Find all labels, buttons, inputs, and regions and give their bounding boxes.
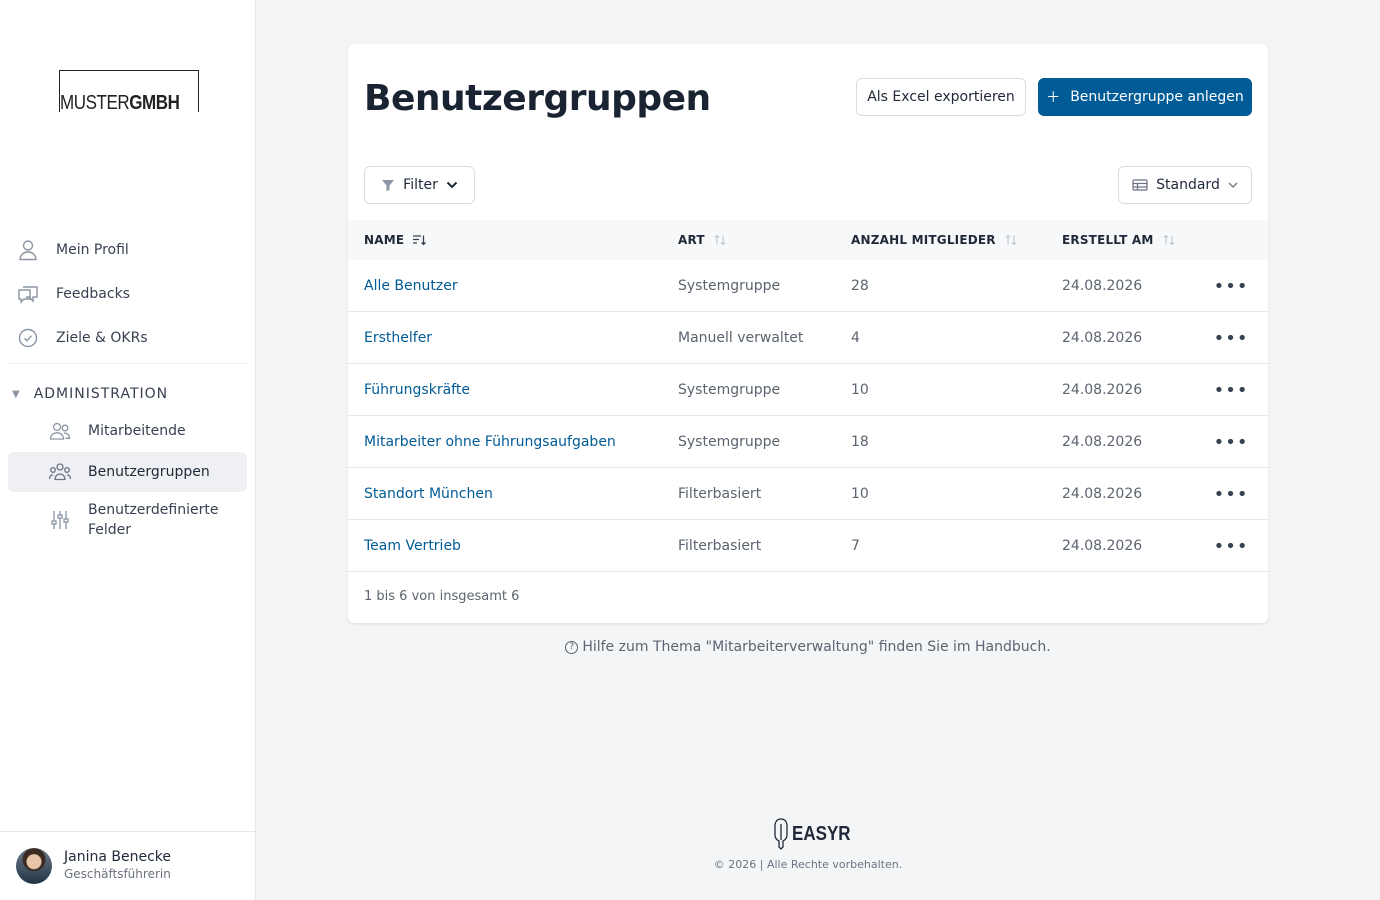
plus-icon: ＋ (1046, 90, 1061, 106)
member-count: 18 (851, 434, 869, 450)
row-menu-icon[interactable]: ••• (1214, 416, 1248, 468)
table-row: Mitarbeiter ohne Führungsaufgaben System… (348, 416, 1268, 468)
row-menu-icon[interactable]: ••• (1214, 364, 1248, 416)
sliders-icon (48, 508, 72, 532)
button-label: Als Excel exportieren (867, 89, 1015, 105)
caret-down-icon: ▼ (12, 388, 21, 400)
main-card: Benutzergruppen Als Excel exportieren ＋ … (348, 44, 1268, 623)
sidebar-item-label: Ziele & OKRs (56, 330, 148, 346)
group-type: Filterbasiert (678, 538, 762, 554)
filter-icon (381, 178, 395, 192)
table-row: Team Vertrieb Filterbasiert 7 24.08.2026… (348, 520, 1268, 572)
check-circle-icon (16, 326, 40, 350)
member-count: 10 (851, 382, 869, 398)
user-name: Janina Benecke (64, 849, 171, 865)
created-date: 24.08.2026 (1062, 434, 1143, 450)
sidebar-item-ziele-okrs[interactable]: Ziele & OKRs (8, 318, 247, 358)
button-label: Filter (403, 177, 438, 193)
user-role: Geschäftsführerin (64, 867, 171, 881)
row-menu-icon[interactable]: ••• (1214, 312, 1248, 364)
group-name-link[interactable]: Mitarbeiter ohne Führungsaufgaben (364, 416, 616, 468)
table-row: Ersthelfer Manuell verwaltet 4 24.08.202… (348, 312, 1268, 364)
created-date: 24.08.2026 (1062, 278, 1143, 294)
group-type: Systemgruppe (678, 434, 781, 450)
sidebar-item-label: Mein Profil (56, 242, 129, 258)
table-row: Alle Benutzer Systemgruppe 28 24.08.2026… (348, 260, 1268, 312)
sidebar-item-mein-profil[interactable]: Mein Profil (8, 230, 247, 270)
view-select-button[interactable]: Standard (1118, 166, 1252, 204)
sidebar-item-label: Benutzerdefinierte Felder (88, 502, 219, 538)
copyright: © 2026 | Alle Rechte vorbehalten. (713, 858, 903, 871)
chevron-down-icon (446, 181, 458, 189)
row-menu-icon[interactable]: ••• (1214, 260, 1248, 312)
group-type: Filterbasiert (678, 486, 762, 502)
group-type: Systemgruppe (678, 382, 781, 398)
chevron-down-icon (1228, 182, 1238, 188)
section-label: ADMINISTRATION (33, 386, 169, 402)
button-label: Benutzergruppe anlegen (1070, 89, 1244, 105)
sidebar-item-label: Benutzergruppen (88, 464, 210, 480)
avatar (16, 848, 52, 884)
export-excel-button[interactable]: Als Excel exportieren (856, 78, 1026, 116)
page-title: Benutzergruppen (364, 78, 711, 119)
member-count: 10 (851, 486, 869, 502)
group-name-link[interactable]: Führungskräfte (364, 364, 470, 416)
table-row: Führungskräfte Systemgruppe 10 24.08.202… (348, 364, 1268, 416)
sidebar-item-mitarbeitende[interactable]: Mitarbeitende (8, 411, 247, 451)
row-menu-icon[interactable]: ••• (1214, 468, 1248, 520)
sort-icon (1004, 234, 1018, 246)
easyr-logo-icon (774, 818, 788, 850)
sort-icon (713, 234, 727, 246)
sort-icon (1162, 234, 1176, 246)
sort-active-icon (412, 234, 427, 246)
member-count: 7 (851, 538, 860, 554)
footer-brand: EASYR (792, 822, 851, 845)
user-icon (16, 238, 40, 262)
column-header-art[interactable]: ART (678, 220, 727, 260)
column-header-name[interactable]: NAME (364, 220, 427, 260)
user-profile[interactable]: Janina Benecke Geschäftsführerin (0, 831, 255, 900)
sidebar-item-label: Feedbacks (56, 286, 130, 302)
footer-logo: EASYR (772, 818, 861, 850)
group-name-link[interactable]: Ersthelfer (364, 312, 432, 364)
user-group-icon (48, 460, 72, 484)
sidebar-item-label: Mitarbeitende (88, 423, 186, 439)
logo-text-thin: MUSTER (60, 92, 130, 114)
group-type: Systemgruppe (678, 278, 781, 294)
help-link[interactable]: Hilfe zum Thema "Mitarbeiterverwaltung" … (582, 639, 1050, 655)
created-date: 24.08.2026 (1062, 538, 1143, 554)
users-icon (48, 419, 72, 443)
sidebar-item-benutzerdefinierte-felder[interactable]: Benutzerdefinierte Felder (8, 499, 247, 541)
sidebar-item-feedbacks[interactable]: Feedbacks (8, 274, 247, 314)
group-name-link[interactable]: Standort München (364, 468, 493, 520)
created-date: 24.08.2026 (1062, 330, 1143, 346)
member-count: 28 (851, 278, 869, 294)
logo-text-bold: GMBH (129, 92, 180, 114)
help-text[interactable]: ? Hilfe zum Thema "Mitarbeiterverwaltung… (348, 639, 1268, 655)
sidebar-item-benutzergruppen[interactable]: Benutzergruppen (8, 452, 247, 492)
sidebar-section-administration[interactable]: ▼ ADMINISTRATION (12, 384, 168, 404)
sidebar-divider (8, 363, 247, 364)
created-date: 24.08.2026 (1062, 486, 1143, 502)
button-label: Standard (1156, 177, 1220, 193)
filter-button[interactable]: Filter (364, 166, 475, 204)
column-header-erstellt-am[interactable]: ERSTELLT AM (1062, 220, 1176, 260)
company-logo[interactable]: MUSTERGMBH (59, 70, 199, 114)
table-icon (1132, 179, 1148, 191)
row-menu-icon[interactable]: ••• (1214, 520, 1248, 572)
table-row: Standort München Filterbasiert 10 24.08.… (348, 468, 1268, 520)
created-date: 24.08.2026 (1062, 382, 1143, 398)
create-group-button[interactable]: ＋ Benutzergruppe anlegen (1038, 78, 1252, 116)
question-icon: ? (565, 640, 579, 654)
sidebar: MUSTERGMBH Mein Profil Feedbacks Ziele &… (0, 0, 256, 900)
group-type: Manuell verwaltet (678, 330, 804, 346)
pagination-info: 1 bis 6 von insgesamt 6 (364, 589, 520, 604)
column-header-anzahl-mitglieder[interactable]: ANZAHL MITGLIEDER (851, 220, 1018, 260)
chat-icon (16, 282, 40, 306)
member-count: 4 (851, 330, 860, 346)
group-name-link[interactable]: Alle Benutzer (364, 260, 458, 312)
table-header: NAME ART ANZAHL MITGLIEDER ERSTELLT AM (348, 220, 1268, 260)
group-name-link[interactable]: Team Vertrieb (364, 520, 461, 572)
